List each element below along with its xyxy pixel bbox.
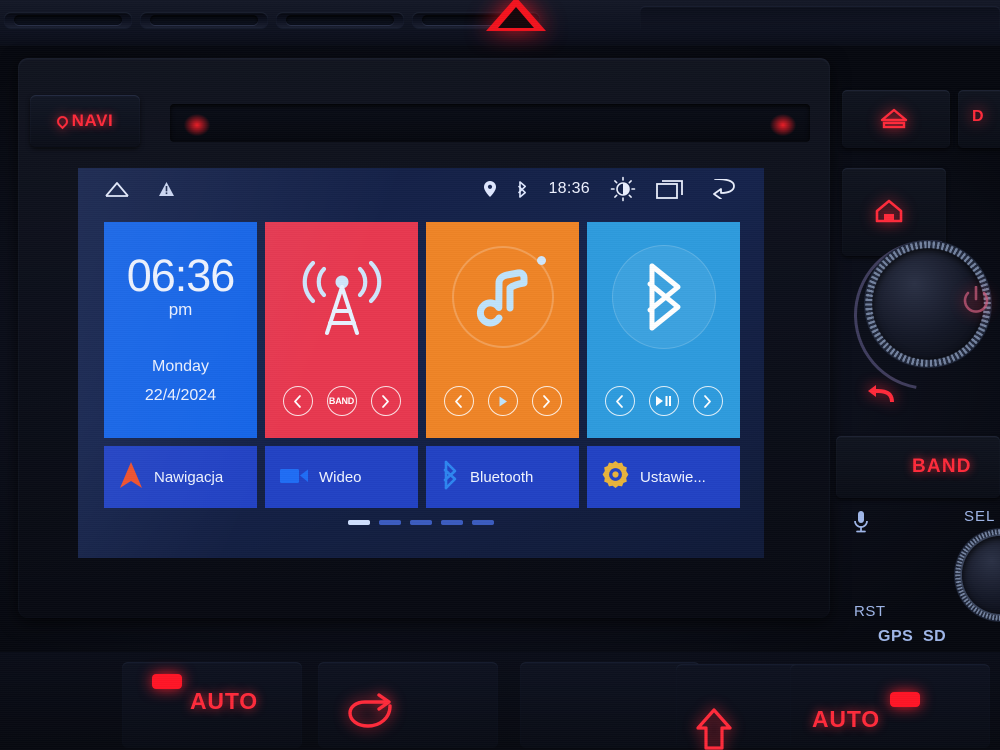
dashboard-trim xyxy=(640,6,1000,32)
climate-control-panel: AUTO AUTO xyxy=(0,652,1000,750)
navi-button-label: NAVI xyxy=(71,111,114,130)
car-dashboard: NAVI 18:36 06:36 pm Monday 22/4/2024 BAN… xyxy=(0,0,1000,750)
climate-recirculate-button[interactable] xyxy=(318,662,498,748)
disc-slot xyxy=(170,104,810,142)
gps-label: GPS xyxy=(878,628,914,645)
air-vent xyxy=(276,12,404,28)
bt-next-button[interactable] xyxy=(692,386,723,416)
microphone-icon xyxy=(852,510,870,539)
back-arrow-icon[interactable] xyxy=(866,383,898,412)
shortcut-label: Ustawie... xyxy=(640,468,706,486)
page-dot[interactable] xyxy=(472,520,494,525)
band-hard-button[interactable]: BAND xyxy=(836,436,1000,498)
disc-indicator-dot xyxy=(536,256,546,265)
eject-icon xyxy=(880,108,908,135)
air-vent xyxy=(140,12,268,28)
climate-auto-left-label: AUTO xyxy=(190,688,258,714)
auto-right-indicator-led xyxy=(890,692,920,707)
navigation-arrow-icon xyxy=(118,460,144,495)
auto-left-indicator-led xyxy=(152,674,182,689)
recirculate-icon xyxy=(346,692,398,743)
music-controls xyxy=(426,372,579,430)
location-pin-icon xyxy=(484,181,497,197)
radio-prev-button[interactable] xyxy=(282,386,313,416)
status-led xyxy=(184,114,210,136)
shortcut-label: Wideo xyxy=(319,468,362,486)
clock-weekday: Monday xyxy=(152,358,209,375)
page-dot[interactable] xyxy=(441,520,463,525)
shortcut-label: Bluetooth xyxy=(470,468,534,486)
bt-prev-button[interactable] xyxy=(604,386,635,416)
clock-widget[interactable]: 06:36 pm Monday 22/4/2024 xyxy=(104,222,257,438)
clock-ampm: pm xyxy=(168,300,193,319)
hazard-triangle-icon xyxy=(486,0,546,31)
radio-next-button[interactable] xyxy=(370,386,401,416)
shortcut-navigation[interactable]: Nawigacja xyxy=(104,446,257,508)
power-icon xyxy=(962,285,990,321)
status-bar-clock: 18:36 xyxy=(548,180,590,197)
page-dot-active[interactable] xyxy=(348,520,370,525)
hazard-lights-button[interactable] xyxy=(470,0,562,36)
rst-label: RST xyxy=(854,603,886,620)
music-note-icon xyxy=(476,269,527,327)
clock-time: 06:36 xyxy=(126,250,236,301)
shortcut-settings[interactable]: Ustawie... xyxy=(587,446,740,508)
right-edge-button[interactable]: D xyxy=(958,90,1000,148)
head-unit-touchscreen[interactable]: 18:36 06:36 pm Monday 22/4/2024 BAND Naw… xyxy=(78,168,764,558)
brightness-icon[interactable] xyxy=(610,176,636,202)
music-prev-button[interactable] xyxy=(443,386,474,416)
music-widget[interactable] xyxy=(426,222,579,438)
shortcut-video[interactable]: Wideo xyxy=(265,446,418,508)
bluetooth-ring xyxy=(611,245,716,349)
recents-icon[interactable] xyxy=(656,178,686,200)
knob-ridges xyxy=(955,529,1000,621)
page-dot[interactable] xyxy=(410,520,432,525)
bluetooth-icon xyxy=(440,460,460,495)
airflow-up-icon xyxy=(692,708,736,750)
bluetooth-icon xyxy=(647,263,680,331)
gear-icon xyxy=(601,460,630,494)
home-widgets-row: 06:36 pm Monday 22/4/2024 BAND xyxy=(104,222,740,438)
shortcut-label: Nawigacja xyxy=(154,468,224,486)
music-disc-ring xyxy=(451,246,554,348)
sel-label: SEL xyxy=(964,508,996,525)
head-unit-right-controls: D BAND RST GPS SD SEL xyxy=(824,58,1000,650)
air-vent xyxy=(4,12,132,28)
warning-triangle-icon[interactable] xyxy=(158,181,175,197)
band-button-label: BAND xyxy=(912,456,972,477)
navi-hard-button[interactable]: NAVI xyxy=(30,95,140,147)
dashboard-vent-strip xyxy=(0,0,1000,46)
music-play-button[interactable] xyxy=(487,386,518,416)
home-page-indicator xyxy=(78,520,764,525)
clock-date: 22/4/2024 xyxy=(144,387,217,404)
radio-band-button[interactable]: BAND xyxy=(326,386,357,416)
climate-auto-right-label: AUTO xyxy=(812,706,880,732)
radio-widget[interactable]: BAND xyxy=(265,222,418,438)
bluetooth-icon xyxy=(516,180,528,198)
eject-button[interactable] xyxy=(842,90,950,148)
sd-label: SD xyxy=(923,628,947,645)
bluetooth-music-controls xyxy=(587,372,740,430)
bluetooth-music-widget[interactable] xyxy=(587,222,740,438)
seek-tune-knob[interactable] xyxy=(955,529,1000,621)
music-next-button[interactable] xyxy=(531,386,562,416)
page-dot[interactable] xyxy=(379,520,401,525)
status-led xyxy=(770,114,796,136)
android-status-bar: 18:36 xyxy=(78,168,764,210)
bt-play-pause-button[interactable] xyxy=(648,386,679,416)
home-shortcuts-row: Nawigacja Wideo Bluetooth Ustawie... xyxy=(104,446,740,508)
map-pin-icon xyxy=(54,113,70,129)
back-icon[interactable] xyxy=(706,179,736,199)
radio-tower-icon xyxy=(302,260,381,335)
mode-icon: D xyxy=(972,108,984,125)
video-camera-icon xyxy=(279,464,309,491)
shortcut-bluetooth[interactable]: Bluetooth xyxy=(426,446,579,508)
climate-spare-button[interactable] xyxy=(520,662,700,748)
radio-controls: BAND xyxy=(265,372,418,430)
home-icon xyxy=(874,198,904,229)
home-icon[interactable] xyxy=(104,180,130,198)
